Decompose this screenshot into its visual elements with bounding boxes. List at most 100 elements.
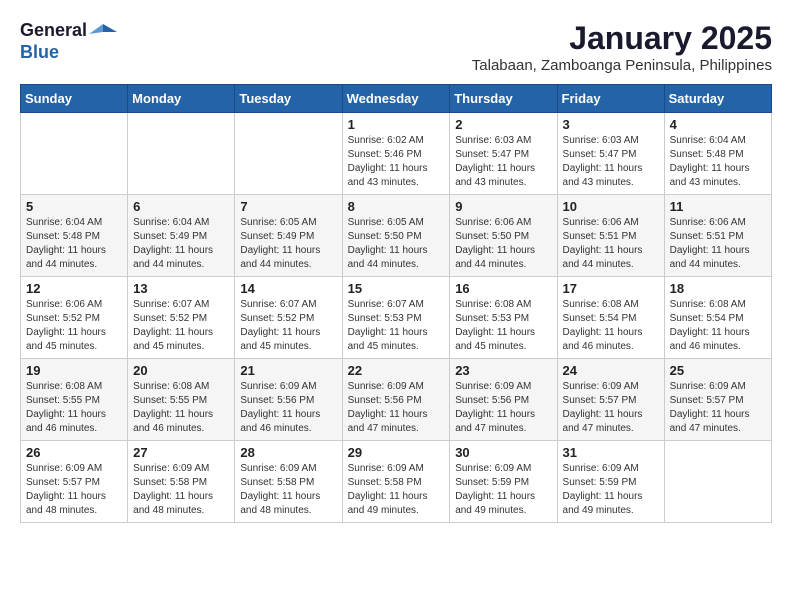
calendar-cell: 6 Sunrise: 6:04 AM Sunset: 5:49 PM Daylig… xyxy=(128,195,235,277)
day-number: 4 xyxy=(670,117,766,132)
day-number: 13 xyxy=(133,281,229,296)
day-info: Sunrise: 6:06 AM Sunset: 5:51 PM Dayligh… xyxy=(563,216,659,272)
day-info: Sunrise: 6:08 AM Sunset: 5:54 PM Dayligh… xyxy=(563,298,659,354)
calendar-cell: 3 Sunrise: 6:03 AM Sunset: 5:47 PM Daylig… xyxy=(557,113,664,195)
day-number: 18 xyxy=(670,281,766,296)
logo: General Blue xyxy=(20,20,117,63)
day-number: 31 xyxy=(563,445,659,460)
calendar-cell: 2 Sunrise: 6:03 AM Sunset: 5:47 PM Daylig… xyxy=(450,113,557,195)
calendar-cell: 25 Sunrise: 6:09 AM Sunset: 5:57 PM Dayli… xyxy=(664,359,771,441)
day-info: Sunrise: 6:08 AM Sunset: 5:55 PM Dayligh… xyxy=(26,380,122,436)
calendar-table: SundayMondayTuesdayWednesdayThursdayFrid… xyxy=(20,84,772,523)
calendar-week-row: 5 Sunrise: 6:04 AM Sunset: 5:48 PM Daylig… xyxy=(21,195,772,277)
day-number: 5 xyxy=(26,199,122,214)
calendar-cell: 16Sunrise: 6:08 AM Sunset: 5:53 PM Dayli… xyxy=(450,277,557,359)
day-number: 15 xyxy=(348,281,445,296)
calendar-cell: 10 Sunrise: 6:06 AM Sunset: 5:51 PM Dayli… xyxy=(557,195,664,277)
day-number: 12 xyxy=(26,281,122,296)
day-number: 28 xyxy=(240,445,336,460)
day-number: 17 xyxy=(563,281,659,296)
logo-general: General xyxy=(20,20,87,40)
day-number: 25 xyxy=(670,363,766,378)
calendar-cell: 28 Sunrise: 6:09 AM Sunset: 5:58 PM Dayli… xyxy=(235,441,342,523)
location-title: Talabaan, Zamboanga Peninsula, Philippin… xyxy=(472,57,772,74)
day-info: Sunrise: 6:09 AM Sunset: 5:58 PM Dayligh… xyxy=(348,462,445,518)
day-number: 26 xyxy=(26,445,122,460)
day-info: Sunrise: 6:09 AM Sunset: 5:57 PM Dayligh… xyxy=(563,380,659,436)
day-number: 11 xyxy=(670,199,766,214)
day-info: Sunrise: 6:05 AM Sunset: 5:50 PM Dayligh… xyxy=(348,216,445,272)
day-info: Sunrise: 6:08 AM Sunset: 5:53 PM Dayligh… xyxy=(455,298,551,354)
calendar-cell: 20 Sunrise: 6:08 AM Sunset: 5:55 PM Dayli… xyxy=(128,359,235,441)
day-info: Sunrise: 6:03 AM Sunset: 5:47 PM Dayligh… xyxy=(455,134,551,190)
weekday-header: Sunday xyxy=(21,85,128,113)
logo-bird-icon xyxy=(89,22,117,42)
day-info: Sunrise: 6:03 AM Sunset: 5:47 PM Dayligh… xyxy=(563,134,659,190)
day-info: Sunrise: 6:08 AM Sunset: 5:54 PM Dayligh… xyxy=(670,298,766,354)
day-number: 30 xyxy=(455,445,551,460)
day-info: Sunrise: 6:04 AM Sunset: 5:48 PM Dayligh… xyxy=(670,134,766,190)
calendar-cell: 18 Sunrise: 6:08 AM Sunset: 5:54 PM Dayli… xyxy=(664,277,771,359)
day-info: Sunrise: 6:05 AM Sunset: 5:49 PM Dayligh… xyxy=(240,216,336,272)
month-title: January 2025 xyxy=(472,20,772,57)
day-number: 29 xyxy=(348,445,445,460)
calendar-week-row: 12 Sunrise: 6:06 AM Sunset: 5:52 PM Dayli… xyxy=(21,277,772,359)
day-number: 7 xyxy=(240,199,336,214)
calendar-cell: 14Sunrise: 6:07 AM Sunset: 5:52 PM Dayli… xyxy=(235,277,342,359)
day-number: 14 xyxy=(240,281,336,296)
calendar-cell: 30 Sunrise: 6:09 AM Sunset: 5:59 PM Dayli… xyxy=(450,441,557,523)
page-header: General Blue January 2025 Talabaan, Zamb… xyxy=(20,20,772,74)
day-info: Sunrise: 6:09 AM Sunset: 5:56 PM Dayligh… xyxy=(455,380,551,436)
logo-blue: Blue xyxy=(20,42,59,62)
title-block: January 2025 Talabaan, Zamboanga Peninsu… xyxy=(472,20,772,74)
day-info: Sunrise: 6:09 AM Sunset: 5:58 PM Dayligh… xyxy=(240,462,336,518)
day-info: Sunrise: 6:04 AM Sunset: 5:48 PM Dayligh… xyxy=(26,216,122,272)
weekday-header: Friday xyxy=(557,85,664,113)
calendar-cell: 31Sunrise: 6:09 AM Sunset: 5:59 PM Dayli… xyxy=(557,441,664,523)
weekday-header: Saturday xyxy=(664,85,771,113)
calendar-cell: 21 Sunrise: 6:09 AM Sunset: 5:56 PM Dayli… xyxy=(235,359,342,441)
day-info: Sunrise: 6:08 AM Sunset: 5:55 PM Dayligh… xyxy=(133,380,229,436)
day-info: Sunrise: 6:06 AM Sunset: 5:52 PM Dayligh… xyxy=(26,298,122,354)
day-number: 21 xyxy=(240,363,336,378)
day-number: 1 xyxy=(348,117,445,132)
day-number: 6 xyxy=(133,199,229,214)
calendar-cell xyxy=(235,113,342,195)
day-info: Sunrise: 6:09 AM Sunset: 5:58 PM Dayligh… xyxy=(133,462,229,518)
calendar-cell: 24 Sunrise: 6:09 AM Sunset: 5:57 PM Dayli… xyxy=(557,359,664,441)
calendar-cell: 23 Sunrise: 6:09 AM Sunset: 5:56 PM Dayli… xyxy=(450,359,557,441)
calendar-cell: 7 Sunrise: 6:05 AM Sunset: 5:49 PM Daylig… xyxy=(235,195,342,277)
calendar-cell: 1Sunrise: 6:02 AM Sunset: 5:46 PM Daylig… xyxy=(342,113,450,195)
day-number: 20 xyxy=(133,363,229,378)
day-info: Sunrise: 6:07 AM Sunset: 5:52 PM Dayligh… xyxy=(133,298,229,354)
day-number: 2 xyxy=(455,117,551,132)
day-number: 10 xyxy=(563,199,659,214)
calendar-cell: 9Sunrise: 6:06 AM Sunset: 5:50 PM Daylig… xyxy=(450,195,557,277)
day-info: Sunrise: 6:09 AM Sunset: 5:59 PM Dayligh… xyxy=(455,462,551,518)
day-number: 23 xyxy=(455,363,551,378)
day-info: Sunrise: 6:06 AM Sunset: 5:51 PM Dayligh… xyxy=(670,216,766,272)
day-number: 27 xyxy=(133,445,229,460)
calendar-cell: 26Sunrise: 6:09 AM Sunset: 5:57 PM Dayli… xyxy=(21,441,128,523)
weekday-header: Wednesday xyxy=(342,85,450,113)
calendar-cell xyxy=(664,441,771,523)
weekday-header: Monday xyxy=(128,85,235,113)
calendar-cell: 19 Sunrise: 6:08 AM Sunset: 5:55 PM Dayli… xyxy=(21,359,128,441)
day-number: 19 xyxy=(26,363,122,378)
calendar-cell: 11 Sunrise: 6:06 AM Sunset: 5:51 PM Dayli… xyxy=(664,195,771,277)
day-number: 8 xyxy=(348,199,445,214)
calendar-cell: 22Sunrise: 6:09 AM Sunset: 5:56 PM Dayli… xyxy=(342,359,450,441)
day-info: Sunrise: 6:04 AM Sunset: 5:49 PM Dayligh… xyxy=(133,216,229,272)
calendar-cell: 29 Sunrise: 6:09 AM Sunset: 5:58 PM Dayli… xyxy=(342,441,450,523)
day-number: 3 xyxy=(563,117,659,132)
day-number: 24 xyxy=(563,363,659,378)
calendar-cell: 27 Sunrise: 6:09 AM Sunset: 5:58 PM Dayli… xyxy=(128,441,235,523)
calendar-week-row: 19 Sunrise: 6:08 AM Sunset: 5:55 PM Dayli… xyxy=(21,359,772,441)
day-info: Sunrise: 6:06 AM Sunset: 5:50 PM Dayligh… xyxy=(455,216,551,272)
weekday-header: Tuesday xyxy=(235,85,342,113)
calendar-header-row: SundayMondayTuesdayWednesdayThursdayFrid… xyxy=(21,85,772,113)
calendar-cell: 15Sunrise: 6:07 AM Sunset: 5:53 PM Dayli… xyxy=(342,277,450,359)
day-info: Sunrise: 6:09 AM Sunset: 5:56 PM Dayligh… xyxy=(240,380,336,436)
day-info: Sunrise: 6:09 AM Sunset: 5:57 PM Dayligh… xyxy=(670,380,766,436)
calendar-cell: 12 Sunrise: 6:06 AM Sunset: 5:52 PM Dayli… xyxy=(21,277,128,359)
